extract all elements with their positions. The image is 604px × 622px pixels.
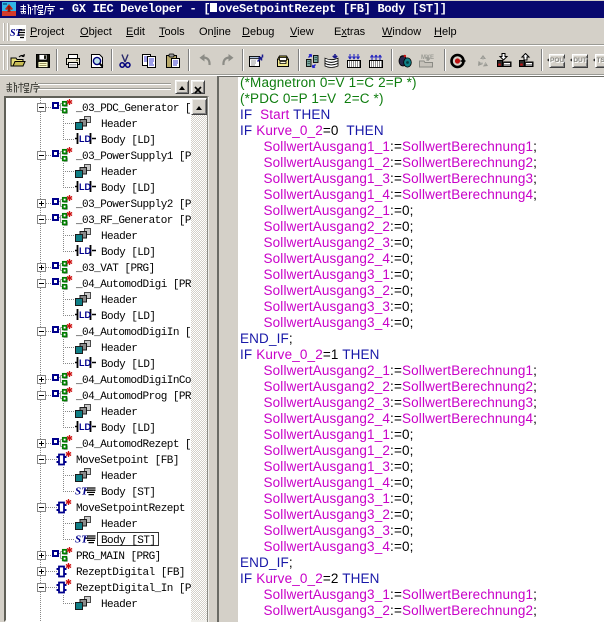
svg-text:LD: LD <box>79 182 91 192</box>
svg-text:LD: LD <box>79 134 91 144</box>
svg-text:ST: ST <box>75 534 89 546</box>
svg-text:LD: LD <box>79 246 91 256</box>
svg-text:LD: LD <box>79 422 91 432</box>
svg-text:LD: LD <box>79 358 91 368</box>
svg-text:LD: LD <box>79 310 91 320</box>
svg-text:ST: ST <box>75 486 89 498</box>
